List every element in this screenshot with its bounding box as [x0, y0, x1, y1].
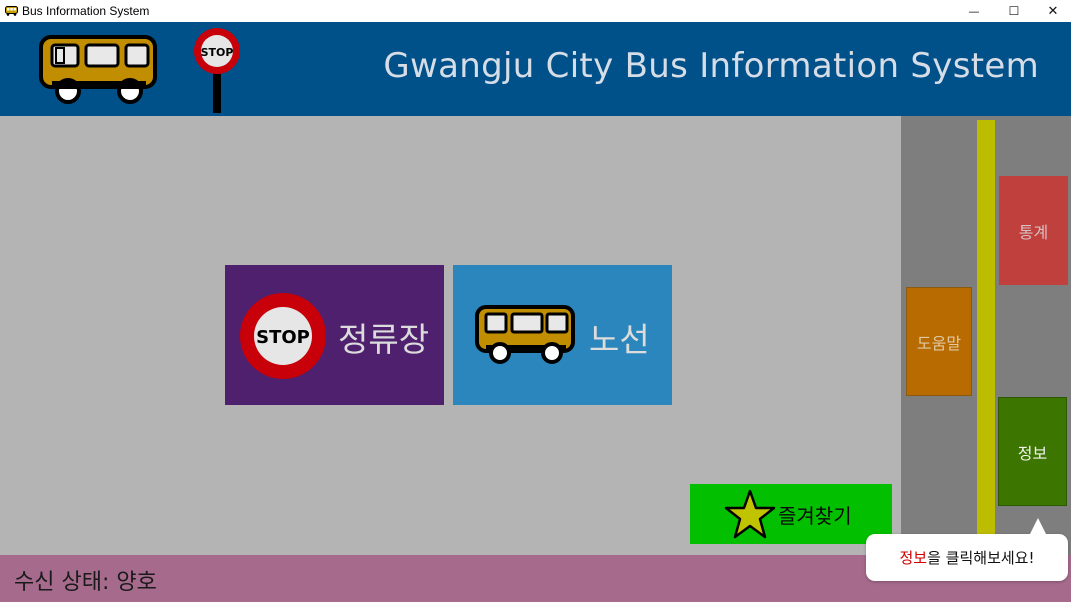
window-title: Bus Information System	[22, 4, 150, 18]
route-tile[interactable]: 노선	[453, 265, 672, 405]
bus-stop-tile[interactable]: STOP 정류장	[225, 265, 444, 405]
reception-status: 수신 상태: 양호	[14, 570, 157, 595]
bus-icon	[38, 34, 160, 108]
stop-sign-icon: STOP	[239, 292, 327, 384]
tooltip-text: 을 클릭해보세요!	[927, 549, 1035, 567]
maximize-icon: ☐	[1008, 4, 1020, 18]
window-titlebar: Bus Information System	[0, 0, 1071, 22]
help-button[interactable]: 도움말	[906, 287, 972, 396]
close-button[interactable]: ✕	[1034, 0, 1071, 22]
info-label: 정보	[1017, 443, 1048, 463]
tooltip-highlight: 정보	[899, 549, 928, 567]
info-button[interactable]: 정보	[998, 397, 1067, 506]
tooltip-arrow	[1030, 518, 1046, 534]
statistics-label: 통계	[1018, 222, 1049, 242]
maximize-button[interactable]: ☐	[995, 0, 1033, 22]
help-label: 도움말	[916, 333, 962, 353]
favorites-label: 즐겨찾기	[778, 504, 852, 528]
app-header: STOP Gwangju City Bus Information System	[0, 22, 1071, 116]
star-icon	[724, 489, 776, 543]
stop-sign-text: STOP	[201, 46, 234, 59]
bus-app-icon	[5, 6, 18, 16]
bus-stop-sign-icon: STOP	[190, 27, 244, 117]
minimize-icon: —	[968, 4, 980, 18]
close-icon: ✕	[1047, 3, 1059, 19]
bus-stop-tile-label: 정류장	[338, 320, 430, 359]
statistics-button[interactable]: 통계	[999, 176, 1068, 285]
bus-icon	[474, 304, 578, 368]
route-tile-label: 노선	[589, 320, 650, 359]
stop-tile-icon-text: STOP	[256, 327, 310, 348]
minimize-button[interactable]: —	[955, 0, 993, 22]
page-title: Gwangju City Bus Information System	[383, 46, 1039, 86]
favorites-button[interactable]: 즐겨찾기	[690, 484, 892, 544]
road-lane-divider	[977, 120, 995, 535]
info-tooltip: 정보 을 클릭해보세요!	[866, 518, 1068, 581]
